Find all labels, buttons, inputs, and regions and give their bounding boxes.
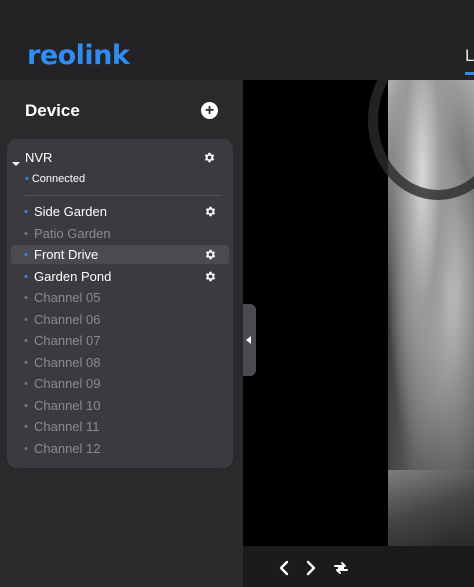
- status-dot-icon: •: [24, 356, 28, 369]
- sidebar-title: Device: [25, 101, 80, 120]
- switch-view-icon[interactable]: [333, 560, 349, 576]
- bottom-toolbar: [243, 546, 474, 587]
- nvr-status-label: Connected: [31, 173, 86, 185]
- channel-item[interactable]: • Channel 06: [11, 310, 229, 329]
- channel-item[interactable]: • Front Drive: [11, 245, 229, 264]
- status-dot-icon: •: [24, 227, 28, 240]
- channel-item[interactable]: • Channel 10: [11, 396, 229, 415]
- status-dot-icon: •: [24, 313, 28, 326]
- status-dot-icon: •: [24, 249, 28, 261]
- channel-item[interactable]: • Channel 08: [11, 353, 229, 372]
- channel-label: Channel 10: [34, 397, 101, 413]
- collapse-caret-icon[interactable]: [12, 162, 20, 166]
- channel-item[interactable]: • Channel 09: [11, 374, 229, 393]
- live-video-area[interactable]: [243, 80, 474, 546]
- channel-settings-gear-icon[interactable]: [204, 248, 217, 261]
- status-dot-icon: •: [24, 399, 28, 412]
- channel-label: Front Drive: [34, 247, 99, 262]
- channel-item[interactable]: • Patio Garden: [11, 224, 229, 243]
- device-sidebar: Device + NVR • Connected • Side Garden • Pat…: [0, 80, 243, 587]
- nvr-settings-gear-icon[interactable]: [203, 151, 216, 164]
- channel-label: Side Garden: [34, 204, 107, 219]
- channel-settings-gear-icon[interactable]: [204, 205, 217, 218]
- top-bar: reolink L: [0, 0, 474, 80]
- reolink-logo: reolink: [27, 40, 130, 71]
- channel-label: Channel 09: [34, 376, 101, 391]
- channel-item[interactable]: • Channel 05: [11, 288, 229, 307]
- collapse-sidebar-button[interactable]: [243, 304, 256, 376]
- channel-label: Channel 06: [34, 311, 101, 327]
- add-device-button[interactable]: +: [201, 102, 218, 119]
- status-dot-icon: •: [24, 421, 28, 433]
- channel-settings-gear-icon[interactable]: [204, 270, 217, 283]
- plus-circle-icon: +: [204, 102, 215, 119]
- channel-item[interactable]: • Channel 12: [11, 439, 229, 458]
- status-dot-icon: •: [24, 442, 28, 455]
- channel-label: Channel 08: [34, 354, 101, 370]
- camera-feed-image: [368, 80, 474, 546]
- feed-arc-shape: [368, 80, 474, 200]
- channel-label: Garden Pond: [34, 268, 112, 284]
- status-dot-icon: •: [24, 378, 28, 390]
- channel-label: Patio Garden: [34, 225, 111, 241]
- channel-label: Channel 07: [34, 333, 101, 348]
- chevron-right-icon[interactable]: [303, 560, 319, 576]
- feed-fence-shape: [388, 470, 474, 546]
- status-dot-icon: •: [24, 335, 28, 347]
- tab-live[interactable]: L: [465, 46, 474, 66]
- active-tab-indicator: [465, 72, 474, 75]
- channel-item[interactable]: • Channel 11: [11, 417, 229, 436]
- status-dot-icon: •: [24, 292, 28, 304]
- status-dot-icon: •: [24, 270, 28, 283]
- channel-item[interactable]: • Garden Pond: [11, 267, 229, 286]
- nvr-name[interactable]: NVR: [25, 150, 52, 165]
- channel-label: Channel 12: [34, 440, 101, 456]
- nvr-status: • Connected: [25, 173, 85, 185]
- channel-item[interactable]: • Side Garden: [11, 202, 229, 221]
- channel-label: Channel 05: [34, 290, 101, 305]
- status-dot-icon: •: [24, 206, 28, 218]
- chevron-left-icon: [246, 336, 251, 344]
- divider: [25, 195, 221, 196]
- channel-label: Channel 11: [34, 419, 100, 434]
- device-panel: NVR • Connected • Side Garden • Patio Garden…: [7, 139, 233, 468]
- chevron-left-icon[interactable]: [276, 560, 292, 576]
- channel-item[interactable]: • Channel 07: [11, 331, 229, 350]
- status-dot-icon: •: [25, 173, 29, 185]
